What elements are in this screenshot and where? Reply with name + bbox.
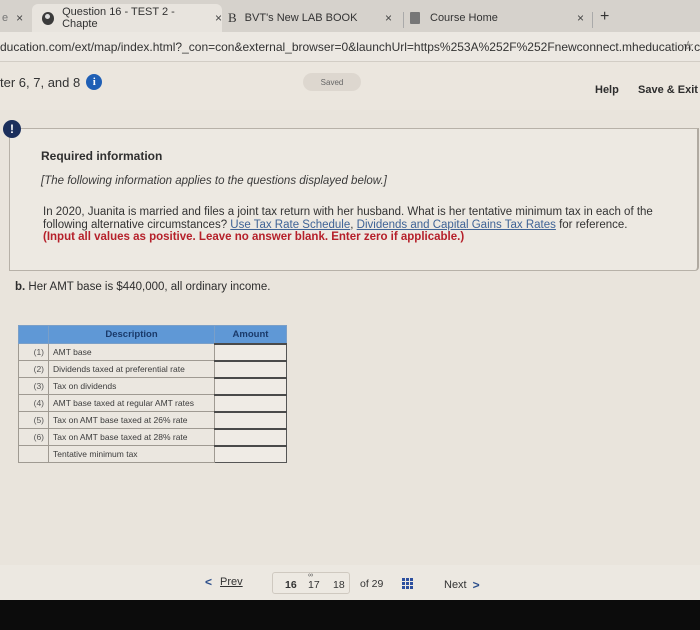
row-description: Tentative minimum tax — [48, 445, 215, 463]
next-label: Next — [444, 579, 467, 591]
table-row: (2) Dividends taxed at preferential rate — [18, 359, 287, 378]
info-icon[interactable]: i — [86, 74, 103, 90]
alert-icon: ! — [3, 120, 21, 138]
close-icon[interactable]: × — [16, 11, 23, 25]
amount-input-tentative-minimum-tax[interactable] — [215, 446, 286, 462]
browser-tab-bar: e × Question 16 - TEST 2 - Chapte × B BV… — [0, 0, 700, 32]
row-number: (3) — [18, 377, 49, 395]
question-pagination: < Prev ∞ 16 17 18 of 29 Next > — [0, 565, 700, 600]
tab-label: Course Home — [430, 12, 498, 24]
page-18[interactable]: 18 — [333, 579, 345, 591]
tab-label: BVT's New LAB BOOK — [244, 12, 358, 24]
question-prompt: In 2020, Juanita is married and files a … — [43, 206, 673, 244]
amount-input-tax-28[interactable] — [215, 429, 286, 445]
tab-divider — [403, 12, 404, 28]
table-row: (4) AMT base taxed at regular AMT rates — [18, 393, 287, 412]
table-row: Tentative minimum tax — [18, 444, 287, 463]
globe-icon — [42, 11, 55, 25]
browser-tab-course-home[interactable]: Course Home × — [410, 4, 590, 32]
page-selector: ∞ 16 17 18 — [272, 572, 350, 594]
chevron-left-icon: < — [205, 575, 213, 589]
grid-view-icon[interactable] — [402, 578, 414, 589]
row-number: (1) — [18, 343, 49, 361]
page-17[interactable]: 17 — [308, 579, 320, 591]
amount-input-tax-26[interactable] — [215, 412, 286, 428]
new-tab-button[interactable]: + — [600, 8, 609, 26]
bookmark-star-icon[interactable]: ☆ — [682, 38, 694, 54]
amount-input-amt-base[interactable] — [215, 344, 286, 360]
table-row: (6) Tax on AMT base taxed at 28% rate — [18, 427, 287, 446]
assignment-title: ter 6, 7, and 8 i — [0, 74, 103, 90]
row-number: (2) — [18, 360, 49, 378]
browser-tab-question-16[interactable]: Question 16 - TEST 2 - Chapte × — [32, 4, 222, 32]
required-info-subtitle: [The following information applies to th… — [41, 175, 387, 187]
row-number: (4) — [18, 394, 49, 412]
save-exit-button[interactable]: Save & Exit — [638, 84, 698, 96]
row-description: AMT base — [48, 343, 215, 361]
close-icon[interactable]: × — [577, 11, 584, 25]
help-button[interactable]: Help — [595, 84, 619, 96]
row-description: Tax on dividends — [48, 377, 215, 395]
tab-divider — [592, 12, 593, 28]
row-description: Tax on AMT base taxed at 26% rate — [48, 411, 215, 429]
document-icon — [410, 12, 420, 24]
part-label: b. — [15, 281, 26, 293]
page-total: of 29 — [360, 578, 384, 590]
input-instructions: (Input all values as positive. Leave no … — [43, 231, 465, 243]
amt-worksheet-table: Description Amount (1) AMT base (2) Divi… — [18, 325, 287, 463]
screen-bezel — [0, 600, 700, 630]
close-icon[interactable]: × — [215, 11, 222, 25]
header-amount: Amount — [214, 325, 287, 344]
assignment-header: ter 6, 7, and 8 i Saved Help Save & Exit — [0, 62, 700, 110]
row-description: Dividends taxed at preferential rate — [48, 360, 215, 378]
question-part-b: b. Her AMT base is $440,000, all ordinar… — [15, 281, 270, 293]
amount-input-regular-amt-base[interactable] — [215, 395, 286, 411]
next-button[interactable]: Next > — [444, 578, 480, 592]
dividends-capital-gains-link[interactable]: Dividends and Capital Gains Tax Rates — [357, 219, 556, 231]
chevron-right-icon: > — [472, 578, 480, 592]
table-row: (3) Tax on dividends — [18, 376, 287, 395]
tax-rate-schedule-link[interactable]: Use Tax Rate Schedule — [230, 219, 350, 231]
part-text: Her AMT base is $440,000, all ordinary i… — [25, 281, 271, 293]
row-number: (5) — [18, 411, 49, 429]
url-text[interactable]: ducation.com/ext/map/index.html?_con=con… — [0, 40, 700, 54]
table-header-row: Description Amount — [18, 325, 287, 344]
row-description: AMT base taxed at regular AMT rates — [48, 394, 215, 412]
tab-label: Question 16 - TEST 2 - Chapte — [62, 6, 175, 30]
saved-status-badge: Saved — [303, 73, 361, 91]
header-description: Description — [48, 325, 215, 344]
b-logo-icon: B — [228, 10, 237, 25]
table-row: (5) Tax on AMT base taxed at 26% rate — [18, 410, 287, 429]
tab-label: e — [2, 12, 9, 24]
page-16[interactable]: 16 — [285, 579, 297, 591]
required-info-title: Required information — [41, 149, 163, 163]
chapter-label: ter 6, 7, and 8 — [0, 74, 81, 90]
browser-tab-lab-book[interactable]: B BVT's New LAB BOOK × — [228, 4, 398, 32]
table-row: (1) AMT base — [18, 342, 287, 361]
prev-label: Prev — [220, 576, 243, 588]
link-icon: ∞ — [308, 572, 313, 579]
close-icon[interactable]: × — [385, 11, 392, 25]
amount-input-dividends-preferential[interactable] — [215, 361, 286, 377]
row-description: Tax on AMT base taxed at 28% rate — [48, 428, 215, 446]
browser-tab-previous[interactable]: e × — [0, 4, 30, 32]
header-num — [18, 325, 49, 344]
prompt-text-end: for reference. — [555, 218, 628, 231]
row-number: (6) — [18, 428, 49, 446]
prev-button[interactable]: < Prev — [205, 575, 243, 589]
amount-input-tax-on-dividends[interactable] — [215, 378, 286, 394]
row-number — [18, 445, 49, 463]
address-bar[interactable]: ducation.com/ext/map/index.html?_con=con… — [0, 32, 700, 62]
